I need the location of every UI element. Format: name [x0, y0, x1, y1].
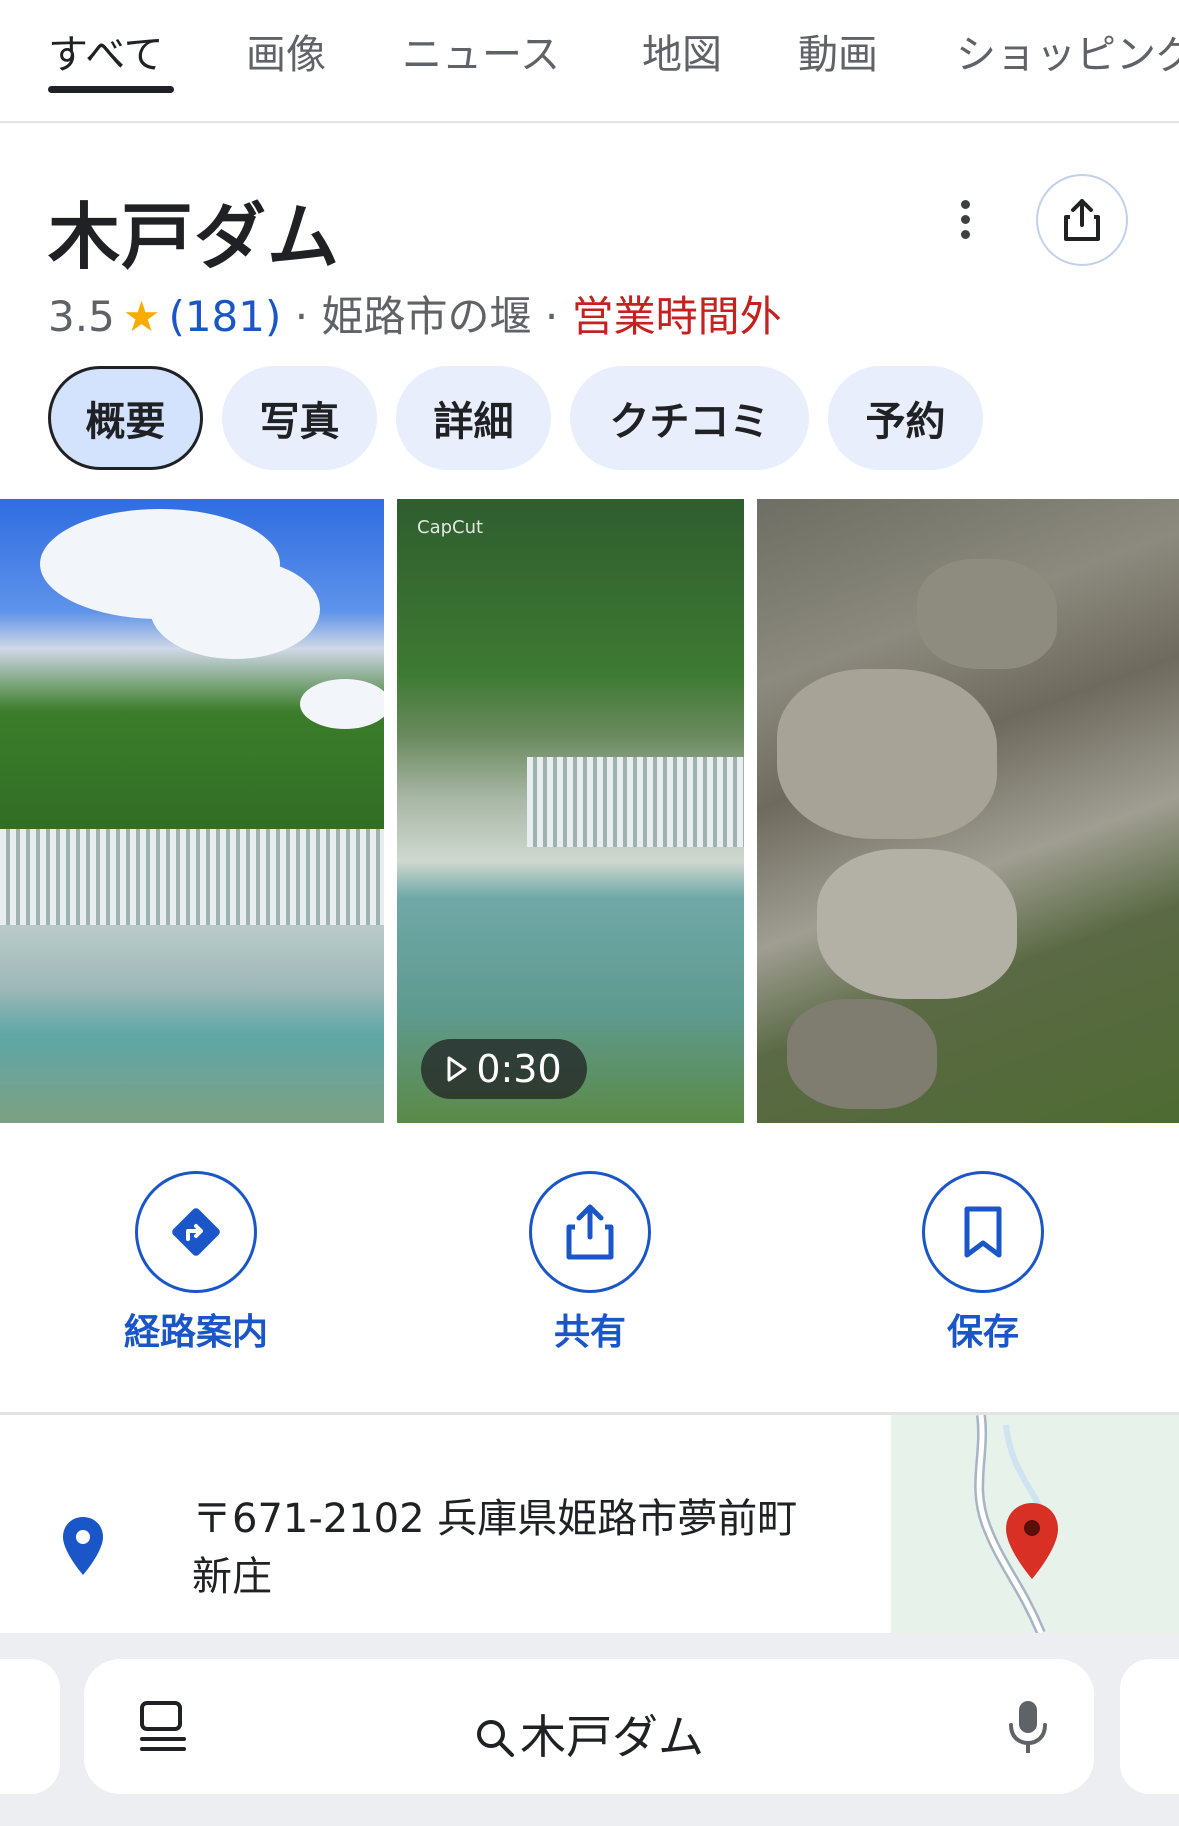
- directions-icon: [172, 1208, 220, 1256]
- place-address[interactable]: 〒671-2102 兵庫県姫路市夢前町新庄: [192, 1490, 832, 1606]
- map-marker-icon: [1006, 1503, 1058, 1579]
- more-options-icon[interactable]: [950, 200, 980, 250]
- microphone-icon[interactable]: [1006, 1699, 1050, 1757]
- play-icon: [447, 1056, 467, 1082]
- separator: ·: [294, 292, 309, 341]
- review-count-link[interactable]: (181): [168, 292, 281, 341]
- active-tab-indicator: [48, 86, 174, 93]
- tab-shopping[interactable]: ショッピング: [956, 22, 1179, 80]
- save-button[interactable]: 保存: [863, 1171, 1103, 1355]
- chip-reviews[interactable]: クチコミ: [570, 366, 809, 470]
- star-icon: ★: [122, 292, 161, 341]
- share-button-top[interactable]: [1036, 174, 1128, 266]
- place-title: 木戸ダム: [48, 195, 341, 279]
- photo-dam-1[interactable]: [0, 499, 384, 1123]
- previous-tab-card[interactable]: [0, 1659, 60, 1794]
- location-pin-icon: [63, 1517, 103, 1575]
- share-icon: [1064, 199, 1100, 241]
- chip-overview[interactable]: 概要: [48, 366, 203, 470]
- chip-details[interactable]: 詳細: [396, 366, 551, 470]
- search-query: 木戸ダム: [84, 1701, 1094, 1767]
- tab-videos[interactable]: 動画: [798, 22, 878, 80]
- save-label: 保存: [946, 1312, 1019, 1353]
- chip-reservation[interactable]: 予約: [828, 366, 983, 470]
- chip-photos[interactable]: 写真: [222, 366, 377, 470]
- share-button[interactable]: 共有: [470, 1171, 710, 1355]
- video-duration: 0:30: [476, 1047, 562, 1091]
- directions-label: 経路案内: [123, 1312, 268, 1353]
- rating-value: 3.5: [48, 292, 115, 341]
- tab-news[interactable]: ニュース: [402, 22, 560, 80]
- video-duration-badge: 0:30: [421, 1039, 587, 1099]
- search-query-text: 木戸ダム: [520, 1710, 704, 1764]
- search-bar[interactable]: 木戸ダム: [84, 1659, 1094, 1794]
- bookmark-icon: [964, 1206, 1002, 1258]
- place-category: 姫路市の堰: [321, 292, 532, 341]
- map-thumbnail[interactable]: [891, 1415, 1179, 1633]
- search-icon: [477, 1720, 514, 1757]
- photo-video-dam[interactable]: CapCut 0:30: [397, 499, 744, 1123]
- tab-all[interactable]: すべて: [48, 22, 164, 80]
- photo-rocks[interactable]: [757, 499, 1179, 1123]
- next-tab-card[interactable]: [1120, 1659, 1179, 1794]
- share-icon: [566, 1204, 614, 1260]
- rating-line: 3.5 ★ (181) · 姫路市の堰 · 営業時間外: [48, 283, 782, 344]
- open-status: 営業時間外: [571, 292, 782, 341]
- tab-maps[interactable]: 地図: [642, 22, 722, 80]
- directions-button[interactable]: 経路案内: [76, 1171, 316, 1355]
- separator: ·: [544, 292, 559, 341]
- video-watermark: CapCut: [417, 517, 484, 538]
- tab-images[interactable]: 画像: [246, 22, 326, 80]
- share-label: 共有: [553, 1312, 626, 1353]
- bottom-bar: 木戸ダム: [0, 1633, 1179, 1826]
- search-tabs: すべて 画像 ニュース 地図 動画 ショッピング: [0, 0, 1179, 123]
